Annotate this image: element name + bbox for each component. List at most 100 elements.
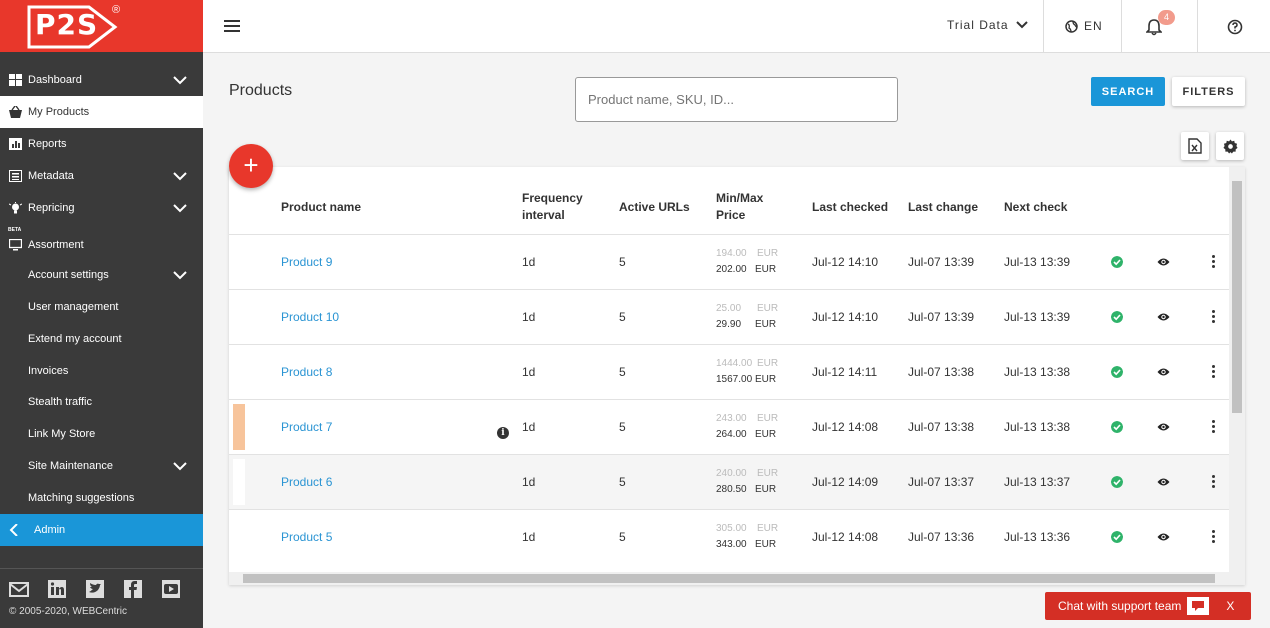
sidebar-item-reports[interactable]: Reports bbox=[0, 128, 203, 160]
sidebar-item-label: User management bbox=[28, 301, 119, 313]
chevron-down-icon[interactable] bbox=[172, 267, 188, 283]
export-excel-button[interactable] bbox=[1181, 132, 1209, 160]
eye-icon[interactable] bbox=[1157, 367, 1170, 377]
table-row[interactable]: Product 7 i 1d 5 243.00 EUR 264.00 EUR Jul-12 14… bbox=[229, 399, 1229, 454]
more-options-icon[interactable] bbox=[1212, 310, 1216, 324]
active-urls-value: 5 bbox=[619, 365, 626, 379]
close-chat-button[interactable]: X bbox=[1226, 599, 1234, 613]
logo-area[interactable]: P2S ® bbox=[0, 0, 203, 52]
chat-support-widget[interactable]: Chat with support team X bbox=[1045, 592, 1251, 620]
active-urls-value: 5 bbox=[619, 255, 626, 269]
chevron-down-icon[interactable] bbox=[172, 72, 188, 88]
next-check-value: Jul-13 13:38 bbox=[1004, 420, 1071, 434]
last-checked-value: Jul-12 14:09 bbox=[812, 475, 879, 489]
last-change-value: Jul-07 13:39 bbox=[908, 310, 975, 324]
table-row[interactable]: Product 5 1d 5 305.00 EUR 343.00 EUR Jul-12 14:… bbox=[229, 509, 1229, 564]
header-active-urls[interactable]: Active URLs bbox=[619, 199, 690, 216]
min-price-currency: EUR bbox=[757, 468, 779, 479]
active-urls-value: 5 bbox=[619, 475, 626, 489]
chevron-down-icon[interactable] bbox=[172, 200, 188, 216]
sidebar-item-matching-suggestions[interactable]: Matching suggestions bbox=[0, 482, 203, 514]
eye-icon[interactable] bbox=[1157, 422, 1170, 432]
linkedin-icon[interactable] bbox=[47, 580, 67, 598]
table-row[interactable]: Product 9 1d 5 194.00 EUR 202.00 EUR Jul-12 14:… bbox=[229, 234, 1229, 289]
eye-icon[interactable] bbox=[1157, 532, 1170, 542]
more-options-icon[interactable] bbox=[1212, 255, 1216, 269]
horizontal-scrollbar[interactable] bbox=[229, 572, 1245, 585]
next-check-value: Jul-13 13:39 bbox=[1004, 255, 1071, 269]
table-row[interactable]: Product 6 1d 5 240.00 EUR 280.50 EUR Jul-12 14:… bbox=[229, 454, 1229, 509]
eye-icon[interactable] bbox=[1157, 312, 1170, 322]
frequency-value: 1d bbox=[522, 475, 536, 489]
frequency-value: 1d bbox=[522, 365, 536, 379]
header-price-line2: Price bbox=[716, 208, 746, 222]
sidebar-item-site-maintenance[interactable]: Site Maintenance bbox=[0, 450, 203, 482]
table-row[interactable]: Product 10 1d 5 25.00 EUR 29.90 EUR Jul-12 14:1… bbox=[229, 289, 1229, 344]
eye-icon[interactable] bbox=[1157, 257, 1170, 267]
table-row[interactable]: Product 8 1d 5 1444.00 EUR 1567.00 EUR Jul-12 1… bbox=[229, 344, 1229, 399]
header-frequency-interval[interactable]: Frequency interval bbox=[522, 190, 583, 224]
max-price: 280.50 bbox=[716, 484, 747, 495]
facebook-icon[interactable] bbox=[123, 580, 143, 598]
min-price-currency: EUR bbox=[757, 413, 779, 424]
horizontal-scroll-thumb[interactable] bbox=[243, 574, 1215, 583]
trial-data-selector[interactable]: Trial Data bbox=[947, 18, 1029, 32]
product-name-link[interactable]: Product 8 bbox=[281, 365, 332, 379]
product-name-link[interactable]: Product 5 bbox=[281, 530, 332, 544]
language-selector[interactable]: EN bbox=[1065, 19, 1103, 33]
more-options-icon[interactable] bbox=[1212, 420, 1216, 434]
settings-button[interactable] bbox=[1216, 132, 1244, 160]
sidebar-item-label: Extend my account bbox=[28, 333, 122, 345]
email-icon[interactable] bbox=[9, 580, 29, 598]
sidebar-item-my-products[interactable]: My Products bbox=[0, 96, 203, 128]
more-options-icon[interactable] bbox=[1212, 365, 1216, 379]
product-name-link[interactable]: Product 10 bbox=[281, 310, 339, 324]
chevron-down-icon bbox=[1015, 21, 1028, 29]
copyright: © 2005-2020, WEBCentric bbox=[9, 606, 127, 617]
header-next-check[interactable]: Next check bbox=[1004, 199, 1067, 216]
products-table: Product name Frequency interval Active U… bbox=[229, 167, 1245, 585]
vertical-scrollbar[interactable] bbox=[1229, 167, 1245, 572]
vertical-scroll-thumb[interactable] bbox=[1232, 181, 1242, 413]
sidebar-item-account-settings[interactable]: Account settings bbox=[0, 259, 203, 291]
product-name-link[interactable]: Product 7 bbox=[281, 420, 332, 434]
search-input[interactable] bbox=[575, 77, 898, 122]
header-min-max-price[interactable]: Min/Max Price bbox=[716, 190, 763, 224]
min-price-currency: EUR bbox=[757, 523, 779, 534]
product-name-link[interactable]: Product 6 bbox=[281, 475, 332, 489]
row-status-marker bbox=[233, 404, 245, 450]
add-product-button[interactable]: + bbox=[229, 144, 273, 188]
sidebar-item-extend-account[interactable]: Extend my account bbox=[0, 323, 203, 355]
logo-text: P2S bbox=[35, 8, 99, 41]
more-options-icon[interactable] bbox=[1212, 475, 1216, 489]
sidebar-item-link-my-store[interactable]: Link My Store bbox=[0, 418, 203, 450]
header-last-change[interactable]: Last change bbox=[908, 199, 978, 216]
sidebar-item-dashboard[interactable]: Dashboard bbox=[0, 64, 203, 96]
filters-button[interactable]: FILTERS bbox=[1172, 77, 1245, 106]
min-price-currency: EUR bbox=[757, 358, 779, 369]
search-button[interactable]: SEARCH bbox=[1091, 77, 1165, 106]
header-last-checked[interactable]: Last checked bbox=[812, 199, 888, 216]
sidebar-item-user-management[interactable]: User management bbox=[0, 291, 203, 323]
youtube-icon[interactable] bbox=[161, 580, 181, 598]
check-circle-icon bbox=[1111, 421, 1123, 433]
sidebar-item-metadata[interactable]: Metadata bbox=[0, 160, 203, 192]
header-product-name[interactable]: Product name bbox=[281, 199, 361, 216]
eye-icon[interactable] bbox=[1157, 477, 1170, 487]
max-price-currency: EUR bbox=[755, 539, 777, 550]
sidebar-item-assortment[interactable]: BETA Assortment bbox=[0, 224, 203, 260]
sidebar-item-invoices[interactable]: Invoices bbox=[0, 355, 203, 387]
help-icon[interactable] bbox=[1227, 19, 1243, 35]
chevron-down-icon[interactable] bbox=[172, 168, 188, 184]
sidebar-item-repricing[interactable]: Repricing bbox=[0, 192, 203, 224]
topbar: Trial Data EN 4 bbox=[203, 0, 1270, 53]
product-name-link[interactable]: Product 9 bbox=[281, 255, 332, 269]
menu-icon[interactable] bbox=[224, 20, 240, 32]
sidebar-item-admin[interactable]: Admin bbox=[0, 514, 203, 546]
sidebar-item-stealth-traffic[interactable]: Stealth traffic bbox=[0, 386, 203, 418]
more-options-icon[interactable] bbox=[1212, 530, 1216, 544]
info-icon[interactable]: i bbox=[497, 427, 509, 439]
chevron-down-icon[interactable] bbox=[172, 458, 188, 474]
twitter-icon[interactable] bbox=[85, 580, 105, 598]
sidebar-item-label: Dashboard bbox=[28, 74, 82, 86]
